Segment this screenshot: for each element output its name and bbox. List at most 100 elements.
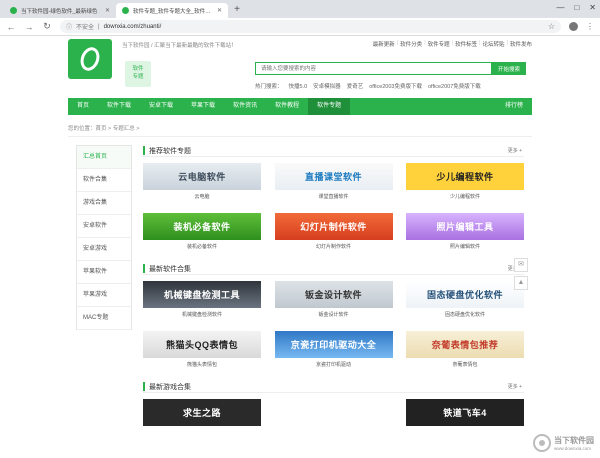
top-link[interactable]: 软件标签: [455, 40, 477, 48]
sidebar-item-apple-software[interactable]: 苹果软件: [77, 261, 131, 284]
back-icon[interactable]: ←: [6, 22, 16, 32]
topic-banner[interactable]: 京瓷打印机驱动大全: [274, 331, 393, 358]
sidebar-item-apple-games[interactable]: 苹果游戏: [77, 284, 131, 307]
new-tab-button[interactable]: +: [230, 3, 244, 17]
topic-banner[interactable]: 固态硬盘优化软件: [406, 281, 524, 308]
topic-caption[interactable]: 幻灯片制作软件: [275, 243, 393, 251]
topic-card[interactable]: 京瓷打印机驱动大全京瓷打印机驱动: [274, 331, 393, 369]
topic-card[interactable]: 少儿编程软件 少儿编程软件: [406, 163, 524, 201]
top-link[interactable]: 软件分类: [400, 40, 422, 48]
topic-card[interactable]: 固态硬盘优化软件 固态硬盘优化软件: [406, 281, 524, 319]
topic-banner[interactable]: 少儿编程软件: [406, 163, 524, 190]
topic-card[interactable]: 照片编辑工具照片编辑软件: [406, 213, 524, 251]
nav-item-android[interactable]: 安卓下载: [140, 98, 182, 115]
topic-card[interactable]: 熊猫头QQ表情包熊猫头表情包: [143, 331, 261, 369]
topic-card[interactable]: 幻灯片制作软件 幻灯片制作软件: [274, 213, 393, 251]
forward-icon[interactable]: →: [24, 22, 34, 32]
sidebar-item-android-games[interactable]: 安卓游戏: [77, 238, 131, 261]
sidebar-item-software-collections[interactable]: 软件合集: [77, 169, 131, 192]
more-link[interactable]: 更多 +: [508, 147, 522, 154]
card-row: 求生之路 铁道飞车4: [143, 399, 524, 426]
topic-caption[interactable]: 固态硬盘优化软件: [406, 311, 524, 319]
hot-search-link[interactable]: 爱奇艺: [347, 82, 364, 90]
sidebar-item-mac[interactable]: MAC专题: [77, 307, 131, 330]
topic-caption[interactable]: 少儿编程软件: [406, 193, 524, 201]
feedback-icon[interactable]: ✉: [514, 258, 528, 272]
topic-card[interactable]: 直播课堂软件课堂直播软件: [274, 163, 393, 201]
topic-caption[interactable]: 装机必备软件: [143, 243, 261, 251]
hot-search-link[interactable]: office2003免费版下载: [369, 82, 422, 90]
nav-item-ranking[interactable]: 排行榜: [496, 98, 532, 115]
close-tab-icon[interactable]: ✕: [105, 7, 110, 14]
info-icon[interactable]: ⓘ: [66, 22, 72, 31]
minimize-button[interactable]: —: [556, 3, 564, 12]
top-link[interactable]: 软件发布: [510, 40, 532, 48]
section-latest-software-row2: 熊猫头QQ表情包 熊猫头表情包 京瓷打印机驱动大全 京瓷打印机驱动 奈葡表情包推荐奈…: [143, 331, 524, 369]
account-avatar-icon[interactable]: [569, 22, 578, 31]
more-link[interactable]: 更多 +: [508, 383, 522, 390]
topic-caption[interactable]: 钣金设计软件: [275, 311, 393, 319]
reload-icon[interactable]: ↻: [42, 21, 52, 32]
site-logo[interactable]: [68, 39, 112, 79]
topic-card[interactable]: 机械键盘检测工具机械键盘检测软件: [143, 281, 261, 319]
topic-card[interactable]: 云电脑软件 云电脑: [143, 163, 261, 201]
topic-card[interactable]: 奈葡表情包推荐奈葡表情包: [406, 331, 524, 369]
maximize-button[interactable]: □: [574, 3, 579, 12]
nav-item-topics[interactable]: 软件专题: [308, 98, 351, 115]
topic-caption[interactable]: 课堂直播软件: [275, 193, 393, 201]
topic-card[interactable]: [274, 399, 393, 426]
close-window-button[interactable]: ✕: [589, 3, 596, 12]
topic-card[interactable]: 装机必备软件 装机必备软件: [143, 213, 261, 251]
close-tab-icon[interactable]: ✕: [217, 7, 222, 14]
web-page: 当下软件园 / 汇聚当下最新最酷的软件下载站！ 软件 专题 最新更新 | 软件分类…: [0, 36, 600, 458]
topic-banner[interactable]: 直播课堂软件: [274, 163, 393, 190]
topic-caption[interactable]: 熊猫头表情包: [143, 361, 261, 369]
topic-caption[interactable]: 云电脑: [143, 193, 261, 201]
top-link[interactable]: 论坛转贴: [483, 40, 505, 48]
topic-banner[interactable]: [274, 399, 393, 426]
nav-item-software[interactable]: 软件下载: [98, 98, 140, 115]
hot-label: 热门搜索：: [255, 84, 283, 90]
search-button[interactable]: 开始搜索: [492, 62, 526, 75]
window-controls: — □ ✕: [556, 3, 596, 12]
sidebar-item-android-software[interactable]: 安卓软件: [77, 215, 131, 238]
nav-item-apple[interactable]: 苹果下载: [182, 98, 224, 115]
bookmark-star-icon[interactable]: ☆: [548, 22, 555, 31]
topic-card[interactable]: 钣金设计软件 钣金设计软件: [274, 281, 393, 319]
topic-banner[interactable]: 奈葡表情包推荐: [406, 331, 524, 358]
topic-banner[interactable]: 机械键盘检测工具: [143, 281, 261, 308]
sidebar: 汇总首页 软件合集 游戏合集 安卓软件 安卓游戏 苹果软件 苹果游戏 MAC专题: [76, 145, 132, 330]
nav-item-tutorials[interactable]: 软件教程: [266, 98, 308, 115]
topic-banner[interactable]: 钣金设计软件: [274, 281, 393, 308]
hot-search-link[interactable]: 安卓模拟器: [313, 82, 341, 90]
browser-tab-1[interactable]: 当下软件园-绿色软件_最新绿色 ✕: [4, 3, 116, 18]
hot-search-link[interactable]: office2007免费版下载: [428, 82, 481, 90]
topic-caption[interactable]: 照片编辑软件: [406, 243, 524, 251]
hot-search-link[interactable]: 快播5.0: [289, 82, 308, 90]
section-latest-games: 最新游戏合集 更多 + 求生之路 铁道飞车4: [143, 381, 524, 426]
topic-banner[interactable]: 照片编辑工具: [406, 213, 524, 240]
menu-dots-icon[interactable]: ⋮: [586, 22, 594, 31]
nav-item-home[interactable]: 首页: [68, 98, 98, 115]
sidebar-item-game-collections[interactable]: 游戏合集: [77, 192, 131, 215]
topic-banner[interactable]: 云电脑软件: [143, 163, 261, 190]
topic-caption[interactable]: 机械键盘检测软件: [143, 311, 261, 319]
nav-item-news[interactable]: 软件资讯: [224, 98, 266, 115]
topic-caption[interactable]: 京瓷打印机驱动: [275, 361, 393, 369]
back-to-top-icon[interactable]: ▲: [514, 276, 528, 290]
topic-banner[interactable]: 熊猫头QQ表情包: [143, 331, 261, 358]
search-input[interactable]: [255, 62, 492, 75]
browser-tab-2[interactable]: 软件专题_软件专题大全_软件专题 ✕: [116, 3, 228, 18]
topic-banner[interactable]: 铁道飞车4: [406, 399, 524, 426]
topic-banner[interactable]: 求生之路: [143, 399, 261, 426]
topic-caption[interactable]: 奈葡表情包: [406, 361, 524, 369]
topic-banner[interactable]: 装机必备软件: [143, 213, 261, 240]
topic-card[interactable]: 铁道飞车4: [406, 399, 524, 426]
tab-title: 当下软件园-绿色软件_最新绿色: [21, 8, 98, 15]
top-link[interactable]: 最新更新: [373, 40, 395, 48]
topic-banner[interactable]: 幻灯片制作软件: [274, 213, 393, 240]
url-field[interactable]: ⓘ 不安全 | downxia.com/zhuanti/ ☆: [60, 20, 561, 33]
topic-card[interactable]: 求生之路: [143, 399, 261, 426]
top-link[interactable]: 软件专题: [428, 40, 450, 48]
sidebar-item-summary[interactable]: 汇总首页: [77, 146, 131, 169]
